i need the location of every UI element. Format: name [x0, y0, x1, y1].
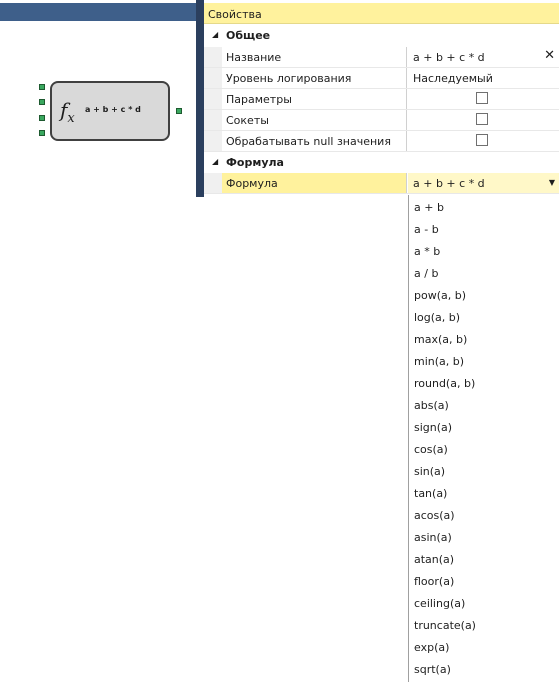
- dropdown-option[interactable]: floor(a): [409, 569, 559, 591]
- dropdown-option[interactable]: a - b: [409, 217, 559, 239]
- property-name: Формула: [222, 173, 407, 193]
- dropdown-option[interactable]: acos(a): [409, 503, 559, 525]
- property-name: Параметры: [222, 89, 407, 109]
- name-value-input[interactable]: a + b + c * d ✕: [408, 47, 559, 67]
- chevron-down-icon[interactable]: ▼: [549, 178, 555, 187]
- property-name: Сокеты: [222, 110, 407, 130]
- dropdown-option[interactable]: atan(a): [409, 547, 559, 569]
- property-value: a + b + c * d: [413, 51, 485, 64]
- dropdown-option[interactable]: ceiling(a): [409, 591, 559, 613]
- panel-splitter[interactable]: [196, 0, 204, 197]
- dropdown-option[interactable]: sqrt(a): [409, 657, 559, 679]
- dropdown-option[interactable]: max(a, b): [409, 327, 559, 349]
- formula-dropdown-list[interactable]: a + b a - b a * b a / b pow(a, b) log(a,…: [408, 195, 559, 682]
- property-name: Уровень логирования: [222, 68, 407, 88]
- dropdown-option[interactable]: sign(a): [409, 415, 559, 437]
- input-port[interactable]: [39, 99, 45, 105]
- dropdown-option[interactable]: tan(a): [409, 481, 559, 503]
- formula-node[interactable]: fx a + b + c * d: [50, 81, 170, 141]
- collapse-arrow-icon[interactable]: ◢: [212, 157, 218, 166]
- design-canvas[interactable]: 𝊟 fx a + b + c * d: [0, 0, 196, 197]
- dropdown-option[interactable]: a * b: [409, 239, 559, 261]
- category-label: Формула: [226, 156, 284, 169]
- log-level-value[interactable]: Наследуемый: [408, 68, 559, 88]
- property-row-parameters[interactable]: Параметры: [204, 89, 559, 110]
- category-general[interactable]: ◢ Общее: [204, 25, 559, 46]
- fx-icon: fx: [60, 97, 84, 123]
- dropdown-option[interactable]: pow(a, b): [409, 283, 559, 305]
- property-value-cell: [408, 89, 559, 109]
- property-name: Название: [222, 47, 407, 67]
- row-gutter: [204, 68, 222, 88]
- row-gutter: [204, 173, 222, 193]
- property-row-formula[interactable]: Формула a + b + c * d ▼: [204, 173, 559, 194]
- dropdown-option[interactable]: a / b: [409, 261, 559, 283]
- property-value: a + b + c * d: [413, 177, 485, 190]
- dropdown-option[interactable]: truncate(a): [409, 613, 559, 635]
- property-row-sockets[interactable]: Сокеты: [204, 110, 559, 131]
- row-gutter: [204, 89, 222, 109]
- clear-icon[interactable]: ✕: [544, 49, 555, 63]
- dropdown-option[interactable]: a + b: [409, 195, 559, 217]
- property-value-cell: [408, 131, 559, 151]
- dropdown-option[interactable]: min(a, b): [409, 349, 559, 371]
- dropdown-option[interactable]: log(a, b): [409, 305, 559, 327]
- row-gutter: [204, 47, 222, 67]
- dropdown-option[interactable]: cos(a): [409, 437, 559, 459]
- property-row-handle-null[interactable]: Обрабатывать null значения: [204, 131, 559, 152]
- dropdown-option[interactable]: round(a, b): [409, 371, 559, 393]
- property-row-name[interactable]: Название a + b + c * d ✕: [204, 47, 559, 68]
- input-port[interactable]: [39, 115, 45, 121]
- input-port[interactable]: [39, 84, 45, 90]
- row-gutter: [204, 131, 222, 151]
- formula-select[interactable]: a + b + c * d ▼: [408, 173, 559, 193]
- input-port[interactable]: [39, 130, 45, 136]
- property-value-cell: [408, 110, 559, 130]
- properties-title: Свойства: [204, 3, 559, 24]
- dropdown-option[interactable]: sin(a): [409, 459, 559, 481]
- dropdown-option[interactable]: asin(a): [409, 525, 559, 547]
- handle-null-checkbox[interactable]: [476, 134, 488, 146]
- dropdown-option[interactable]: abs(a): [409, 393, 559, 415]
- category-formula[interactable]: ◢ Формула: [204, 152, 559, 173]
- node-label: a + b + c * d: [85, 105, 141, 114]
- dropdown-option[interactable]: exp(a): [409, 635, 559, 657]
- property-row-log-level[interactable]: Уровень логирования Наследуемый: [204, 68, 559, 89]
- property-name: Обрабатывать null значения: [222, 131, 407, 151]
- sockets-checkbox[interactable]: [476, 113, 488, 125]
- properties-panel: Свойства ◢ Общее Название a + b + c * d …: [204, 3, 559, 195]
- parameters-checkbox[interactable]: [476, 92, 488, 104]
- output-port[interactable]: [176, 108, 182, 114]
- canvas-header: 𝊟: [0, 3, 196, 21]
- pin-icon[interactable]: 𝊟: [179, 6, 187, 17]
- collapse-arrow-icon[interactable]: ◢: [212, 30, 218, 39]
- row-gutter: [204, 110, 222, 130]
- category-label: Общее: [226, 29, 270, 42]
